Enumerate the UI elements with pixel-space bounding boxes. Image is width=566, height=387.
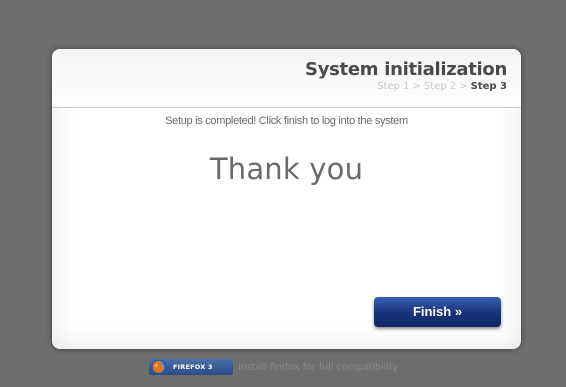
step-1-label: Step 1 [377, 81, 410, 92]
page-background: System initialization Step 1 > Step 2 > Step… [0, 0, 566, 387]
setup-dialog: System initialization Step 1 > Step 2 > Step… [52, 49, 521, 349]
finish-button[interactable]: Finish » [374, 297, 501, 327]
browser-recommendation: FIREFOX 3 Install firefox for full compa… [149, 359, 398, 375]
firefox-badge-label: FIREFOX 3 [173, 363, 213, 371]
completion-message: Setup is completed! Click finish to log … [165, 115, 408, 127]
step-indicator: Step 1 > Step 2 > Step 3 [377, 81, 507, 92]
firefox-logo-icon [151, 359, 167, 375]
compatibility-note: Install firefox for full compatibility [238, 361, 399, 373]
thank-you-heading: Thank you [209, 152, 364, 186]
page-title: System initialization [305, 59, 507, 80]
step-2-label: Step 2 [423, 81, 457, 92]
step-3-label: Step 3 [470, 81, 507, 92]
step-separator: > [459, 81, 468, 92]
step-separator: > [412, 81, 421, 92]
firefox-download-badge[interactable]: FIREFOX 3 [149, 359, 233, 375]
dialog-header: System initialization Step 1 > Step 2 > Step… [52, 49, 521, 108]
